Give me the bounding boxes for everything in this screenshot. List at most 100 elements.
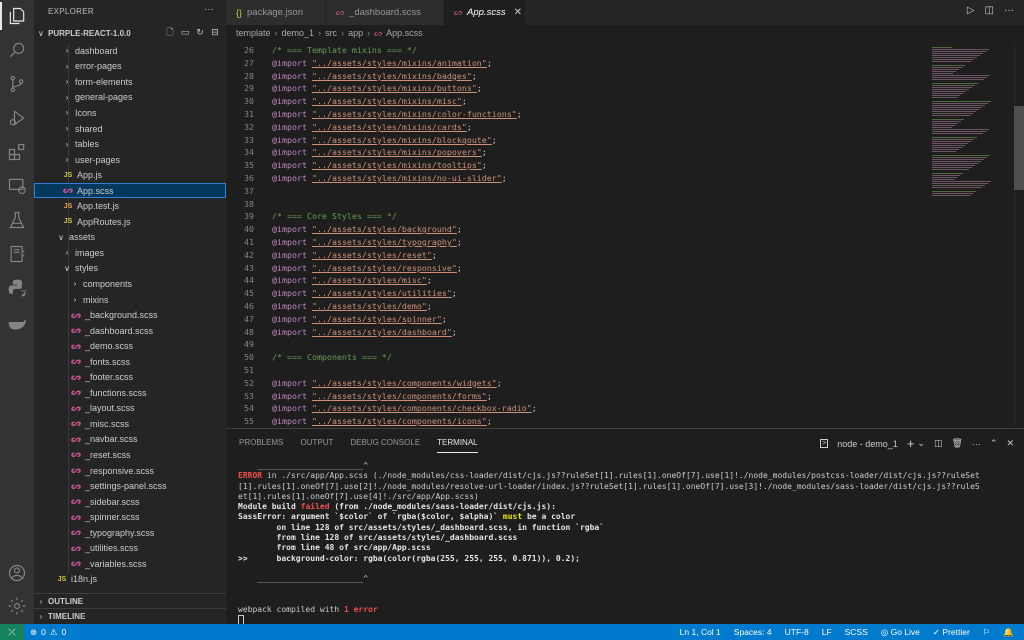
tree-file[interactable]: ᔕ _variables.scss bbox=[34, 556, 226, 572]
project-header[interactable]: ∨ PURPLE-REACT-1.0.0 🗋 ▭ ↻ ⊟ bbox=[34, 25, 226, 41]
tree-folder[interactable]: › images bbox=[34, 245, 226, 261]
tree-file[interactable]: ᔕ _fonts.scss bbox=[34, 354, 226, 370]
code-line[interactable]: @import "../assets/styles/mixins/color-f… bbox=[272, 109, 522, 119]
code-line[interactable]: @import "../assets/styles/typography"; bbox=[272, 237, 462, 247]
feedback-icon[interactable]: ⚐ bbox=[983, 627, 991, 638]
line-ending[interactable]: LF bbox=[822, 627, 832, 637]
chevron-down-icon[interactable]: ⌄ bbox=[917, 438, 925, 449]
close-icon[interactable]: ✕ bbox=[514, 7, 522, 18]
more-actions-button[interactable]: ··· bbox=[204, 4, 214, 15]
tree-folder[interactable]: › mixins bbox=[34, 292, 226, 308]
import-path-link[interactable]: "../assets/styles/utilities" bbox=[312, 288, 452, 298]
search-icon[interactable] bbox=[0, 34, 34, 66]
terminal-output[interactable]: ______________________^ ERROR in ./src/ap… bbox=[238, 461, 1018, 626]
split-editor-icon[interactable]: ◫ bbox=[985, 5, 994, 16]
settings-gear-icon[interactable] bbox=[0, 590, 34, 622]
import-path-link[interactable]: "../assets/styles/mixins/cards" bbox=[312, 122, 467, 132]
tree-file[interactable]: ᔕ _background.scss bbox=[34, 307, 226, 323]
indentation[interactable]: Spaces: 4 bbox=[734, 627, 772, 637]
more-icon[interactable]: ··· bbox=[1004, 5, 1014, 16]
import-path-link[interactable]: "../assets/styles/mixins/tooltips" bbox=[312, 160, 482, 170]
tree-folder[interactable]: › tables bbox=[34, 136, 226, 152]
import-path-link[interactable]: "../assets/styles/background" bbox=[312, 224, 457, 234]
breadcrumb-item[interactable]: App.scss bbox=[386, 28, 423, 38]
import-path-link[interactable]: "../assets/styles/components/forms" bbox=[312, 391, 487, 401]
import-path-link[interactable]: "../assets/styles/typography" bbox=[312, 237, 457, 247]
new-folder-icon[interactable]: ▭ bbox=[180, 27, 190, 38]
go-live-button[interactable]: ◎ Go Live bbox=[881, 627, 920, 638]
tab-app-scss[interactable]: ᔕ App.scss ✕ bbox=[444, 0, 526, 25]
code-line[interactable]: @import "../assets/styles/components/che… bbox=[272, 403, 537, 413]
code-line[interactable]: @import "../assets/styles/mixins/tooltip… bbox=[272, 160, 487, 170]
code-line[interactable]: /* === Core Styles === */ bbox=[272, 211, 397, 221]
tree-file[interactable]: ᔕ _utilities.scss bbox=[34, 541, 226, 557]
import-path-link[interactable]: "../assets/styles/mixins/popovers" bbox=[312, 147, 482, 157]
import-path-link[interactable]: "../assets/styles/misc" bbox=[312, 275, 427, 285]
notifications-icon[interactable]: 🔔 bbox=[1003, 627, 1014, 638]
code-line[interactable]: @import "../assets/styles/mixins/no-ui-s… bbox=[272, 173, 507, 183]
tree-folder[interactable]: › shared bbox=[34, 121, 226, 137]
collapse-all-icon[interactable]: ⊟ bbox=[210, 27, 220, 38]
code-line[interactable]: @import "../assets/styles/background"; bbox=[272, 224, 462, 234]
tree-file[interactable]: ᔕ _functions.scss bbox=[34, 385, 226, 401]
code-line[interactable]: @import "../assets/styles/mixins/buttons… bbox=[272, 83, 482, 93]
code-line[interactable]: @import "../assets/styles/dashboard"; bbox=[272, 327, 457, 337]
outline-section[interactable]: › OUTLINE bbox=[34, 593, 226, 609]
tree-file[interactable]: ᔕ _sidebar.scss bbox=[34, 494, 226, 510]
import-path-link[interactable]: "../assets/styles/components/widgets" bbox=[312, 378, 497, 388]
notebook-icon[interactable] bbox=[0, 238, 34, 270]
import-path-link[interactable]: "../assets/styles/responsive" bbox=[312, 263, 457, 273]
refresh-icon[interactable]: ↻ bbox=[195, 27, 205, 38]
breadcrumb-item[interactable]: demo_1 bbox=[282, 28, 315, 38]
source-control-icon[interactable] bbox=[0, 68, 34, 100]
tree-file[interactable]: ᔕ _misc.scss bbox=[34, 416, 226, 432]
import-path-link[interactable]: "../assets/styles/mixins/no-ui-slider" bbox=[312, 173, 502, 183]
code-line[interactable]: @import "../assets/styles/mixins/blockqo… bbox=[272, 135, 497, 145]
tree-file[interactable]: JS App.test.js bbox=[34, 198, 226, 214]
tree-folder[interactable]: › general-pages bbox=[34, 90, 226, 106]
new-file-icon[interactable]: 🗋 bbox=[165, 27, 175, 38]
import-path-link[interactable]: "../assets/styles/mixins/animation" bbox=[312, 58, 487, 68]
tab-terminal[interactable]: TERMINAL bbox=[437, 438, 478, 453]
python-icon[interactable] bbox=[0, 272, 34, 304]
code-line[interactable]: @import "../assets/styles/components/wid… bbox=[272, 378, 502, 388]
import-path-link[interactable]: "../assets/styles/components/checkbox-ra… bbox=[312, 403, 532, 413]
tab-package-json[interactable]: {} package.json bbox=[226, 0, 326, 25]
extensions-icon[interactable] bbox=[0, 136, 34, 168]
code-line[interactable]: @import "../assets/styles/mixins/animati… bbox=[272, 58, 492, 68]
close-panel-icon[interactable]: ✕ bbox=[1006, 438, 1014, 449]
tree-file[interactable]: ᔕ _reset.scss bbox=[34, 447, 226, 463]
remote-icon[interactable]: ⤫ bbox=[0, 624, 24, 640]
tree-file[interactable]: ᔕ _layout.scss bbox=[34, 401, 226, 417]
tree-file[interactable]: ᔕ _typography.scss bbox=[34, 525, 226, 541]
code-line[interactable]: @import "../assets/styles/misc"; bbox=[272, 275, 432, 285]
tree-folder[interactable]: › error-pages bbox=[34, 59, 226, 75]
tab-dashboard-scss[interactable]: ᔕ _dashboard.scss bbox=[326, 0, 444, 25]
code-line[interactable]: /* === Components === */ bbox=[272, 352, 392, 362]
import-path-link[interactable]: "../assets/styles/mixins/misc" bbox=[312, 96, 462, 106]
import-path-link[interactable]: "../assets/styles/spinner" bbox=[312, 314, 442, 324]
tree-folder[interactable]: › Icons bbox=[34, 105, 226, 121]
docker-icon[interactable] bbox=[0, 306, 34, 338]
code-line[interactable]: @import "../assets/styles/mixins/badges"… bbox=[272, 71, 477, 81]
remote-explorer-icon[interactable] bbox=[0, 170, 34, 202]
tree-folder[interactable]: › components bbox=[34, 276, 226, 292]
breadcrumb-item[interactable]: src bbox=[325, 28, 337, 38]
maximize-panel-icon[interactable]: ⌃ bbox=[990, 438, 998, 449]
import-path-link[interactable]: "../assets/styles/demo" bbox=[312, 301, 427, 311]
tree-file[interactable]: ᔕ _dashboard.scss bbox=[34, 323, 226, 339]
run-debug-icon[interactable] bbox=[0, 102, 34, 134]
minimap[interactable] bbox=[928, 41, 1014, 196]
import-path-link[interactable]: "../assets/styles/components/icons" bbox=[312, 416, 487, 426]
new-terminal-icon[interactable]: + bbox=[907, 436, 915, 451]
problems-status[interactable]: ⊗ 0 ⚠ 0 bbox=[30, 627, 66, 638]
import-path-link[interactable]: "../assets/styles/mixins/badges" bbox=[312, 71, 472, 81]
tab-problems[interactable]: PROBLEMS bbox=[239, 438, 283, 453]
tree-file[interactable]: JS AppRoutes.js bbox=[34, 214, 226, 230]
import-path-link[interactable]: "../assets/styles/reset" bbox=[312, 250, 432, 260]
code-line[interactable]: @import "../assets/styles/utilities"; bbox=[272, 288, 457, 298]
prettier-button[interactable]: ✓ Prettier bbox=[933, 627, 970, 638]
split-terminal-icon[interactable]: ◫ bbox=[934, 438, 943, 449]
editor-scrollbar[interactable] bbox=[1014, 106, 1024, 190]
run-icon[interactable]: ▷ bbox=[967, 5, 975, 16]
